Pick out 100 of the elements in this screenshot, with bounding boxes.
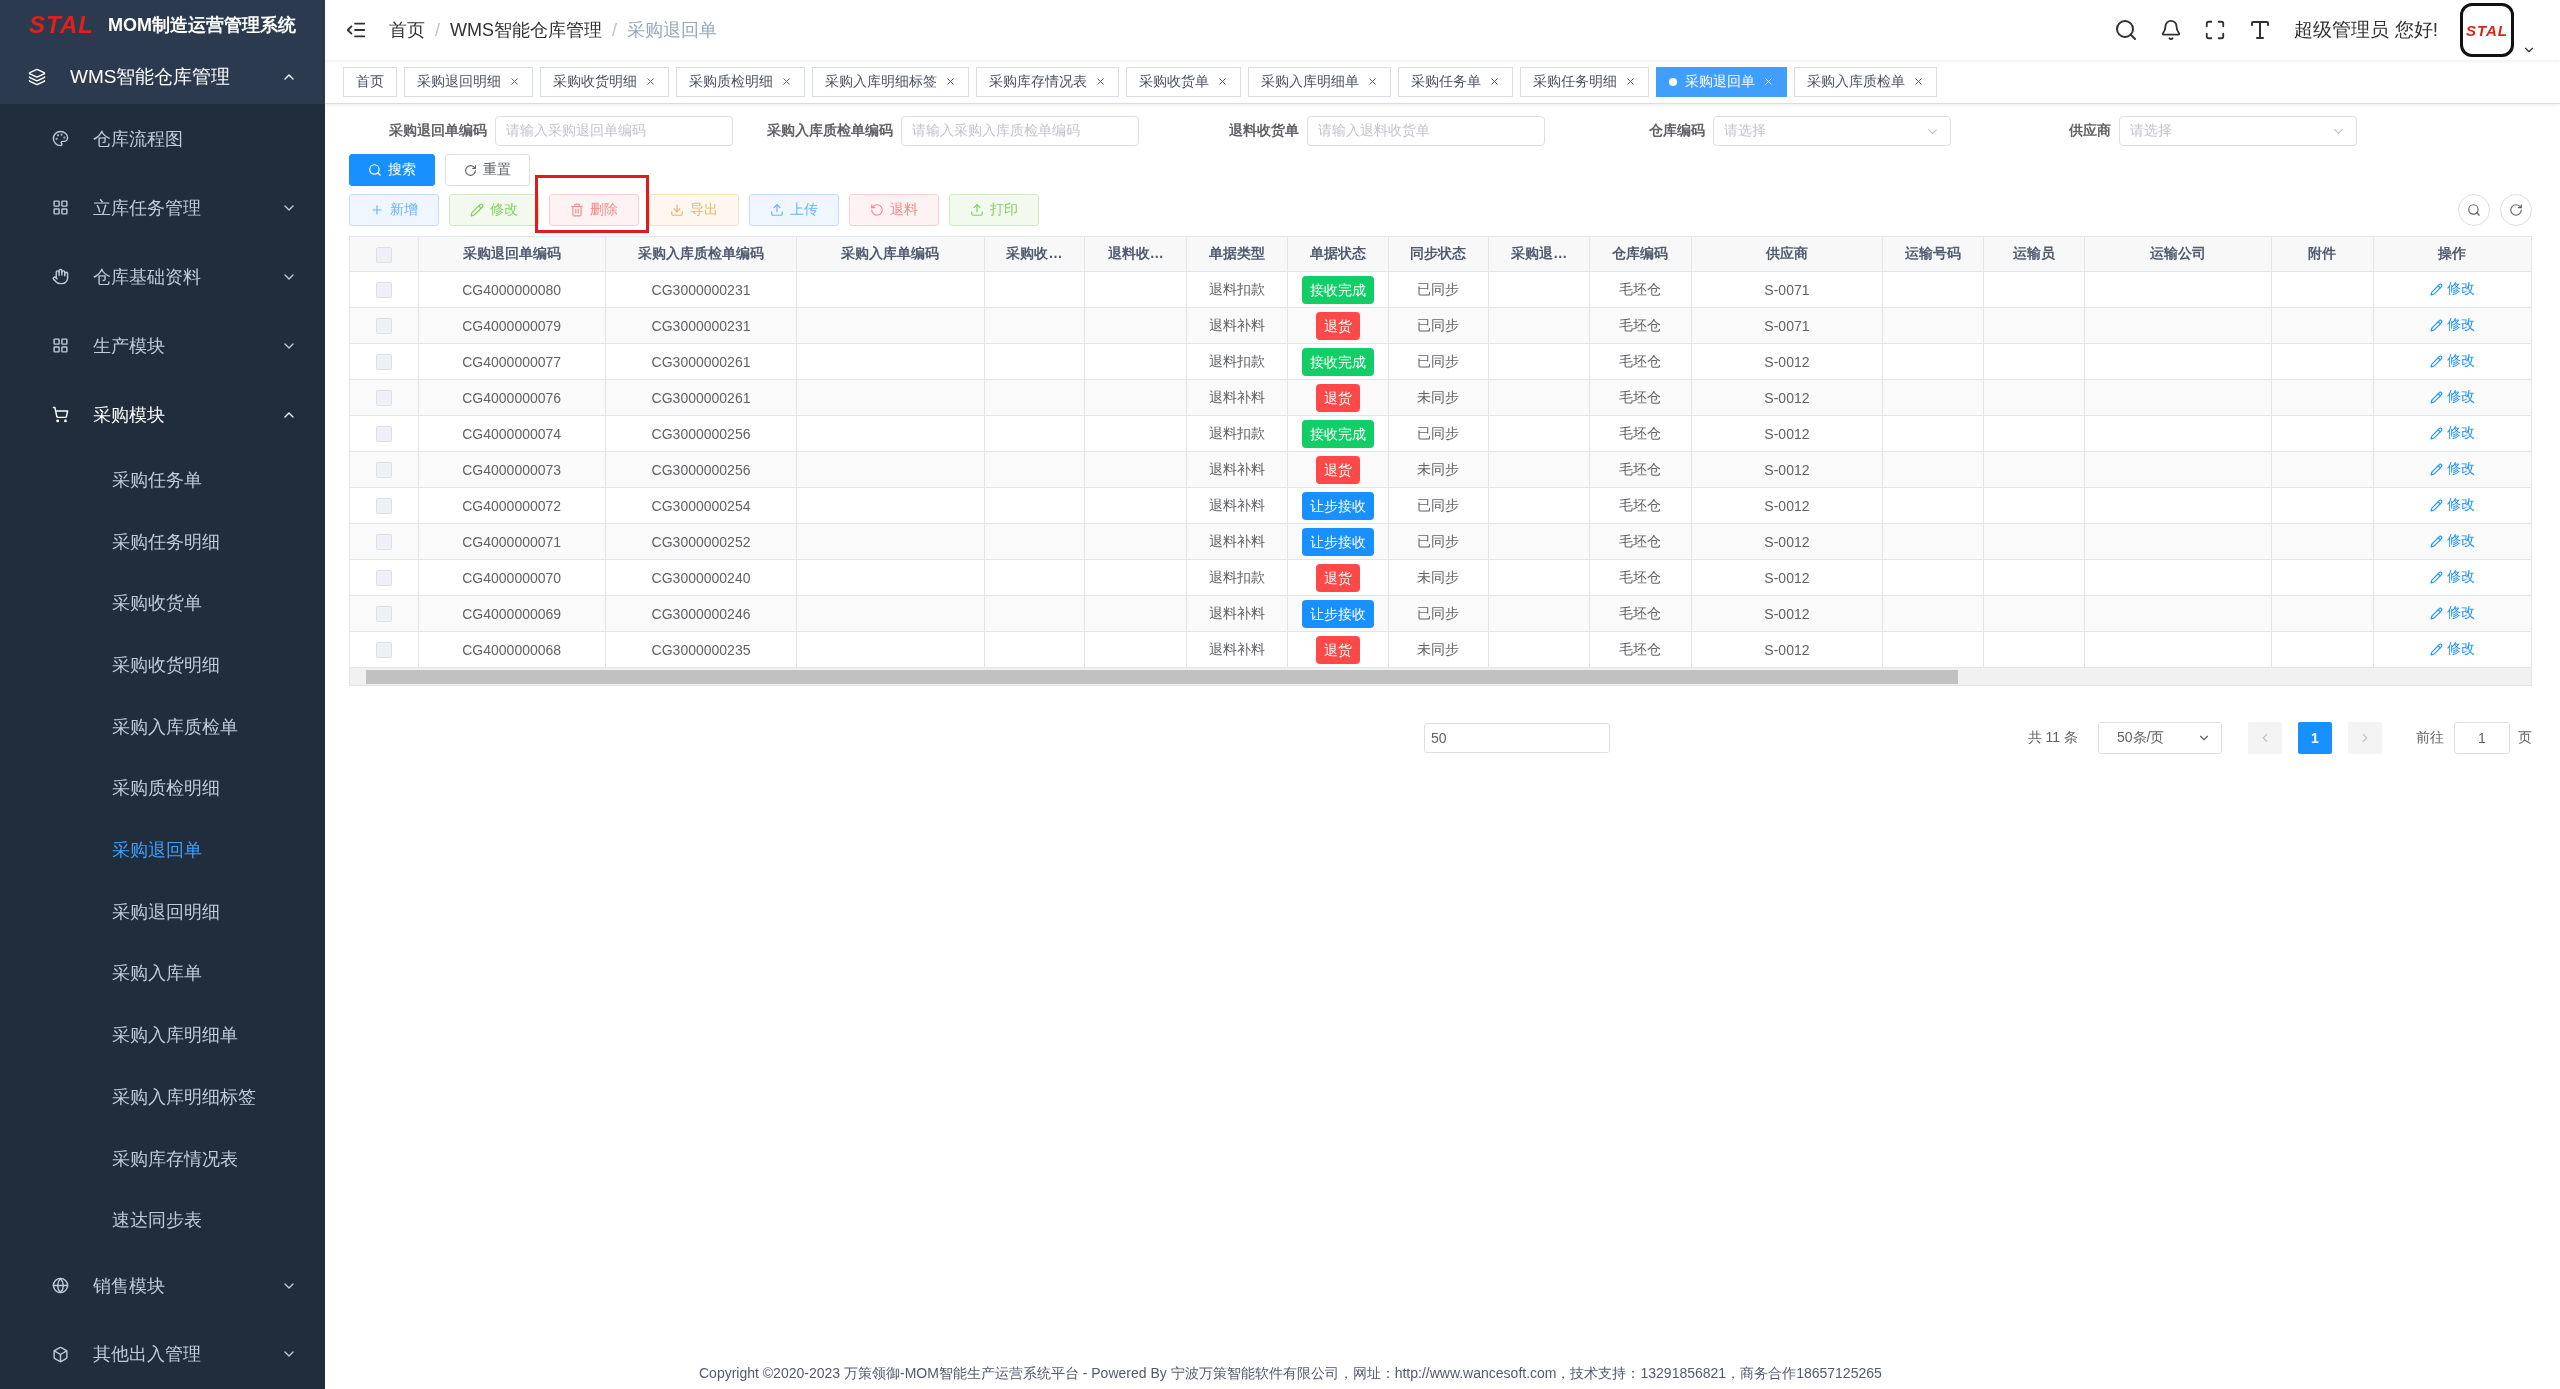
cube-icon <box>52 1345 69 1363</box>
status-tag: 接收完成 <box>1301 347 1374 376</box>
page-tab[interactable]: 采购库存情况表 <box>976 66 1119 97</box>
table-cell: CG3000000256 <box>605 451 797 488</box>
row-checkbox[interactable] <box>375 642 392 659</box>
sidebar-submenu-item[interactable]: 采购入库单 <box>0 942 325 1005</box>
close-icon[interactable] <box>509 76 520 87</box>
status-tag: 让步接收 <box>1301 599 1374 628</box>
pencil-icon <box>2429 462 2443 476</box>
horizontal-scrollbar[interactable] <box>349 668 2532 686</box>
search-toggle-button[interactable] <box>2458 194 2490 226</box>
select-all-checkbox[interactable] <box>375 246 392 263</box>
row-checkbox[interactable] <box>375 606 392 623</box>
sidebar-submenu-item[interactable]: 采购质检明细 <box>0 757 325 820</box>
sidebar-menu-item[interactable]: 仓库基础资料 <box>0 242 325 312</box>
trash-icon <box>570 203 584 217</box>
page-size-select[interactable]: 50条/页 <box>2098 722 2222 754</box>
page-tab[interactable]: 采购任务明细 <box>1520 66 1649 97</box>
sidebar-menu-item[interactable]: 采购模块 <box>0 380 325 450</box>
input-field[interactable]: 50 <box>1424 723 1610 753</box>
table-cell: CG3000000261 <box>605 379 797 416</box>
search-icon <box>2467 203 2481 217</box>
table-cell: CG4000000072 <box>418 487 606 524</box>
status-tag: 退货 <box>1315 635 1360 664</box>
page-tab[interactable]: 采购入库明细标签 <box>812 66 969 97</box>
sidebar-submenu-item[interactable]: 采购任务单 <box>0 449 325 511</box>
pencil-icon <box>2429 534 2443 548</box>
row-checkbox[interactable] <box>375 354 392 371</box>
page-tab[interactable]: 首页 <box>343 66 397 97</box>
sidebar-menu-item[interactable]: 立库任务管理 <box>0 173 325 243</box>
table-cell: S-0012 <box>1691 595 1883 632</box>
sidebar-submenu-item[interactable]: 速达同步表 <box>0 1189 325 1251</box>
close-icon[interactable] <box>945 76 956 87</box>
sidebar-submenu-item[interactable]: 采购收货明细 <box>0 634 325 696</box>
reset-button[interactable]: 重置 <box>445 154 530 186</box>
row-checkbox[interactable] <box>375 282 392 299</box>
grid-icon <box>52 199 69 217</box>
sidebar-menu-item[interactable]: 生产模块 <box>0 311 325 381</box>
table-cell: CG3000000261 <box>605 343 797 380</box>
user-avatar[interactable]: STAL <box>2460 3 2514 57</box>
undo-icon <box>870 203 884 217</box>
page-tab[interactable]: 采购入库质检单 <box>1794 66 1937 97</box>
page-tab[interactable]: 采购收货单 <box>1126 66 1241 97</box>
goto-page-field[interactable]: 1 <box>2454 722 2510 754</box>
page-tab[interactable]: 采购收货明细 <box>540 66 669 97</box>
sidebar-submenu-item[interactable]: 采购退回单 <box>0 819 325 881</box>
pencil-icon <box>2429 318 2443 332</box>
search-icon[interactable] <box>2114 18 2139 42</box>
breadcrumb-item[interactable]: WMS智能仓库管理 <box>450 18 602 42</box>
close-icon[interactable] <box>1367 76 1378 87</box>
sidebar-submenu-item[interactable]: 采购库存情况表 <box>0 1127 325 1190</box>
row-checkbox[interactable] <box>375 534 392 551</box>
sidebar-submenu-item[interactable]: 采购入库质检单 <box>0 695 325 758</box>
filter-label: 仓库编码 <box>1648 122 1705 140</box>
bell-icon[interactable] <box>2160 19 2183 41</box>
sidebar-submenu-item[interactable]: 采购入库明细单 <box>0 1004 325 1066</box>
sidebar-menu-item[interactable]: WMS智能仓库管理 <box>0 49 325 105</box>
table-cell: CG4000000074 <box>418 415 606 452</box>
close-icon[interactable] <box>1913 76 1924 87</box>
status-tag: 接收完成 <box>1301 275 1374 304</box>
row-checkbox[interactable] <box>375 426 392 443</box>
row-checkbox[interactable] <box>375 570 392 587</box>
table-cell: 毛坯仓 <box>1589 415 1692 452</box>
sidebar-submenu-item[interactable]: 采购任务明细 <box>0 510 325 573</box>
close-icon[interactable] <box>1489 76 1500 87</box>
fullscreen-icon[interactable] <box>2204 19 2227 41</box>
breadcrumb-item[interactable]: 首页 <box>389 18 425 42</box>
sidebar-menu-item[interactable]: 仓库流程图 <box>0 104 325 174</box>
table-cell: 退料补料 <box>1186 451 1288 488</box>
sidebar-menu-item[interactable]: 销售模块 <box>0 1251 325 1320</box>
sidebar-menu-item[interactable]: 其他出入管理 <box>0 1320 325 1389</box>
status-tag: 退货 <box>1315 455 1360 484</box>
table-cell: S-0012 <box>1691 451 1883 488</box>
row-checkbox[interactable] <box>375 318 392 335</box>
column-header: 采购入库质检单编码 <box>605 236 797 272</box>
table-cell: CG4000000069 <box>418 595 606 632</box>
close-icon[interactable] <box>781 76 792 87</box>
close-icon[interactable] <box>645 76 656 87</box>
close-icon[interactable] <box>1095 76 1106 87</box>
page-tab[interactable]: 采购任务单 <box>1398 66 1513 97</box>
close-icon[interactable] <box>1217 76 1228 87</box>
layers-icon <box>28 67 46 86</box>
row-checkbox[interactable] <box>375 462 392 479</box>
table-cell: CG4000000080 <box>418 271 606 308</box>
table-cell: 已同步 <box>1388 487 1489 524</box>
page-tab[interactable]: 采购入库明细单 <box>1248 66 1391 97</box>
refresh-button[interactable] <box>2500 194 2532 226</box>
page-tab[interactable]: 采购退回明细 <box>404 66 533 97</box>
row-checkbox[interactable] <box>375 390 392 407</box>
page-tab[interactable]: 采购质检明细 <box>676 66 805 97</box>
sidebar-submenu-item[interactable]: 采购退回明细 <box>0 881 325 943</box>
plus-icon <box>370 203 384 217</box>
close-icon[interactable] <box>1625 76 1636 87</box>
active-dot-icon <box>1669 77 1677 86</box>
row-checkbox[interactable] <box>375 498 392 515</box>
table-cell: S-0012 <box>1691 559 1883 596</box>
sidebar-submenu-item[interactable]: 采购收货单 <box>0 572 325 635</box>
table-cell: 退料扣款 <box>1186 271 1288 308</box>
sidebar-submenu-item[interactable]: 采购入库明细标签 <box>0 1066 325 1128</box>
status-tag: 接收完成 <box>1301 419 1374 448</box>
